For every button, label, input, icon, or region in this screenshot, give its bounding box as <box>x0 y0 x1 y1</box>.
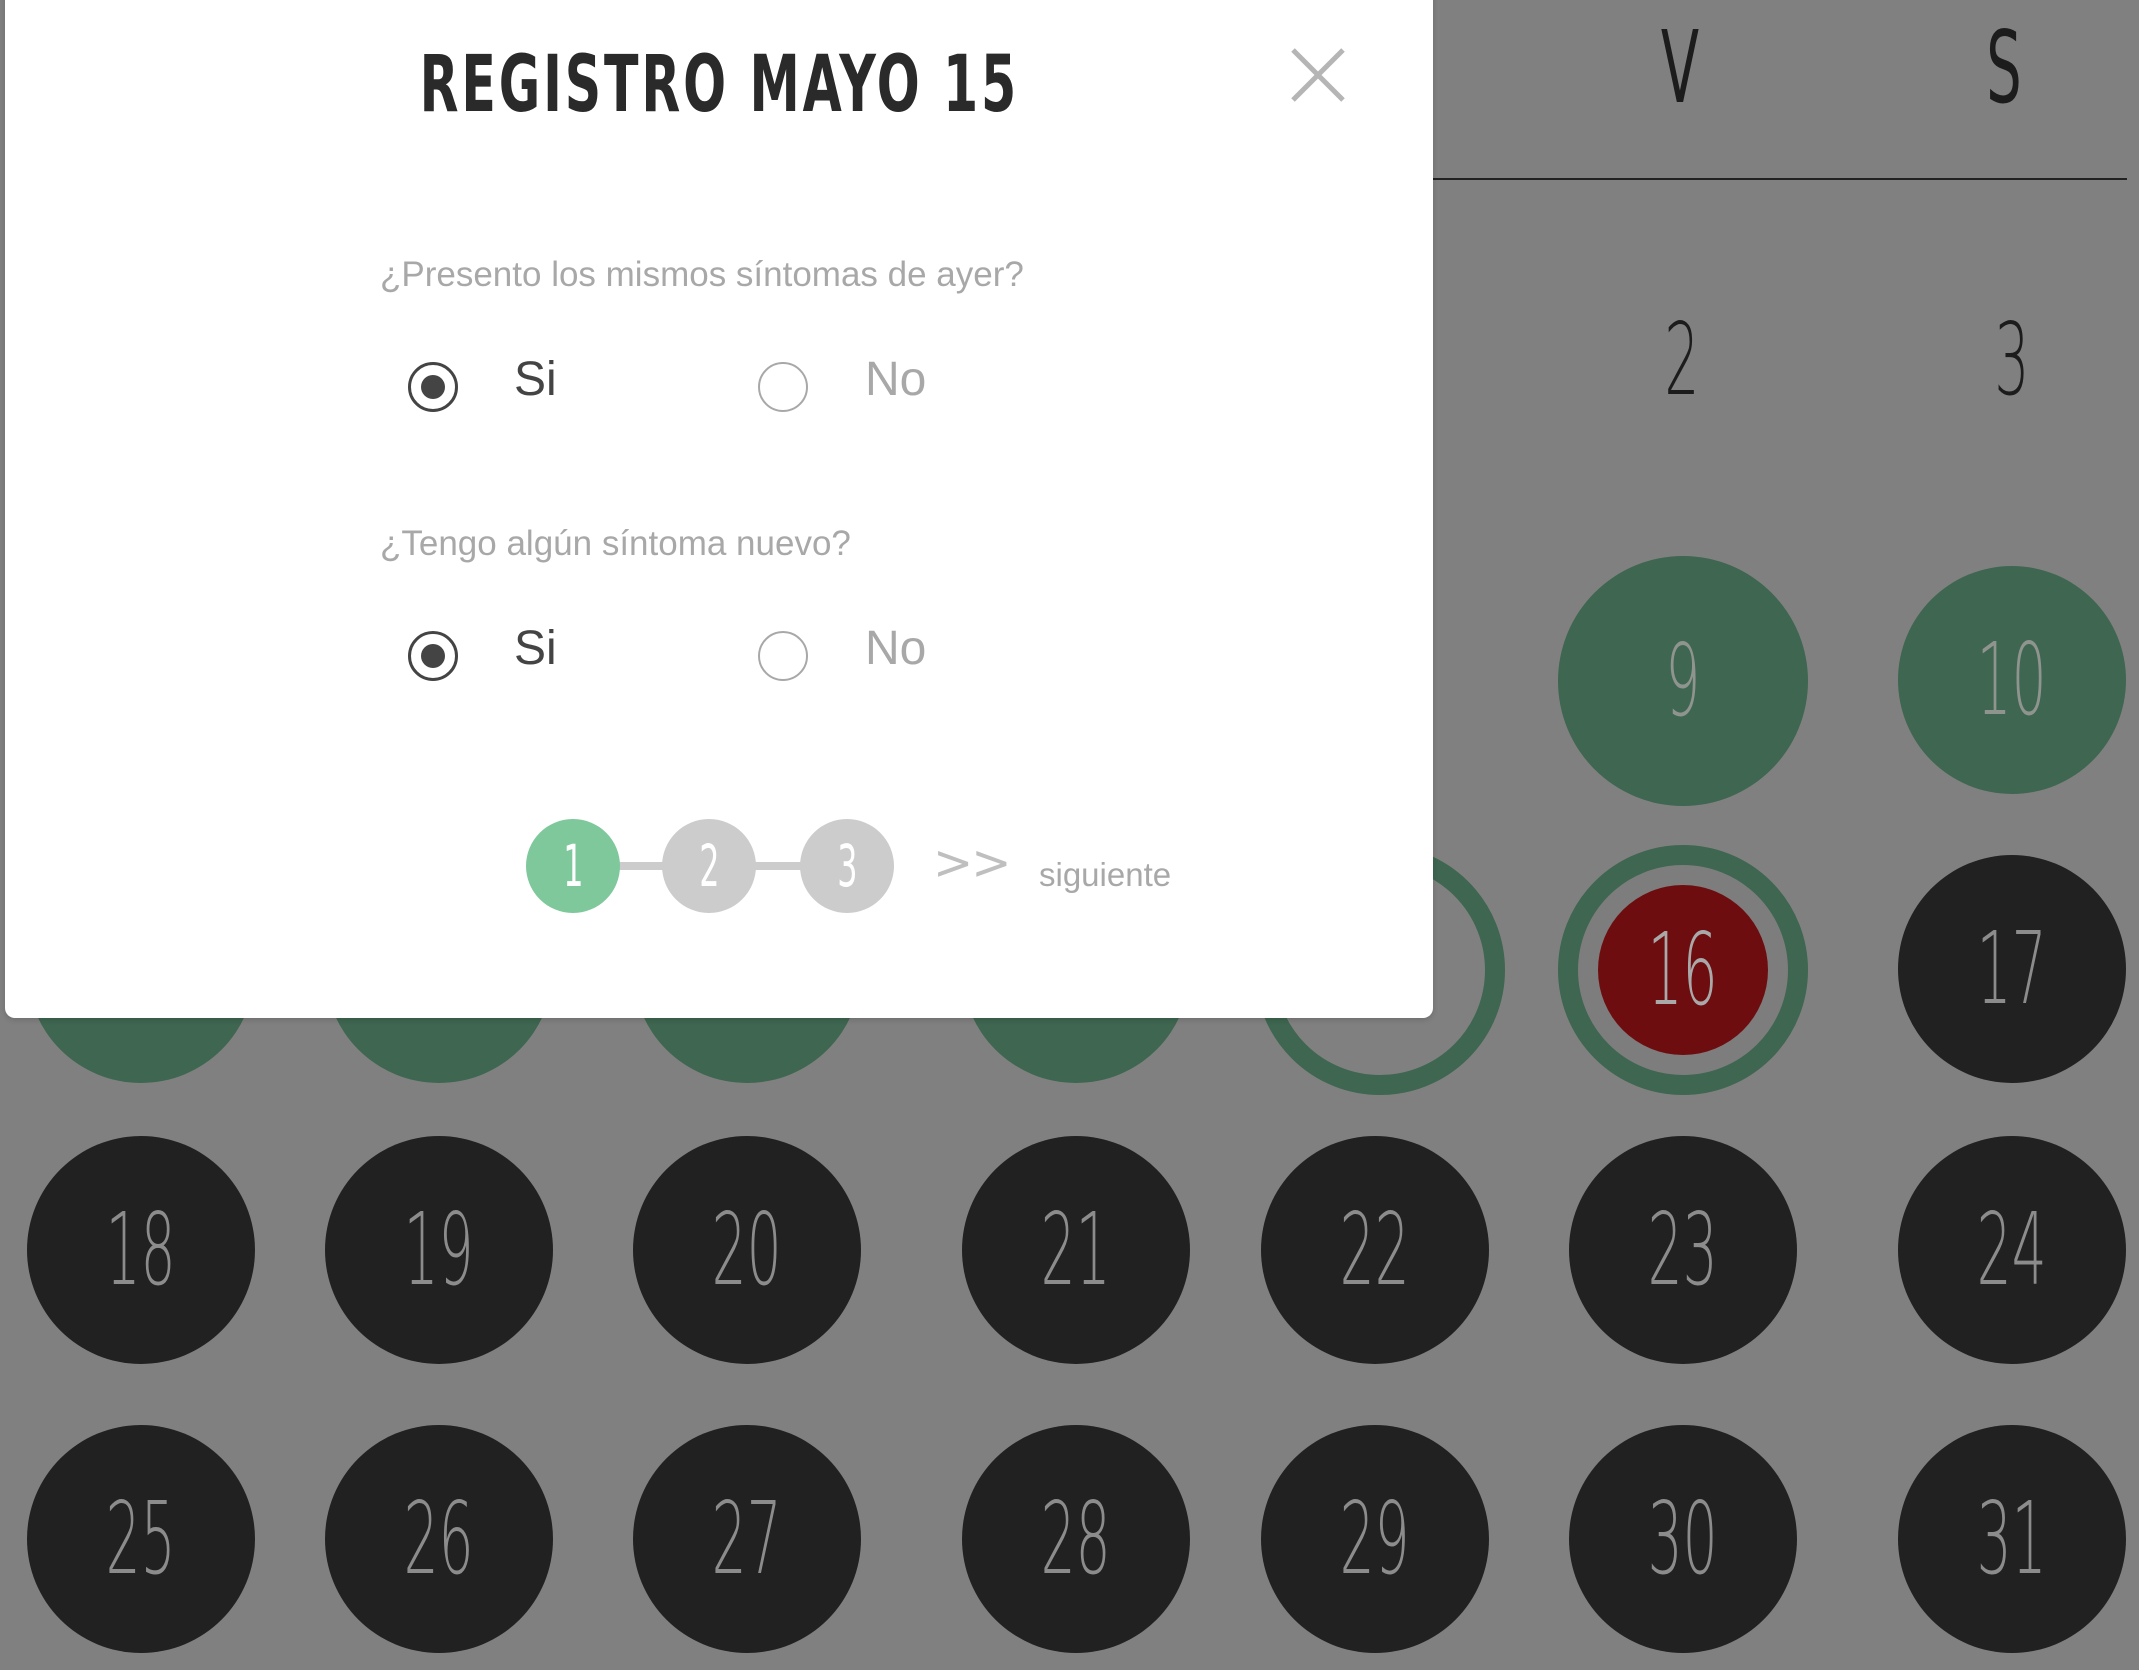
step-2[interactable]: 2 <box>662 819 756 913</box>
step-number: 1 <box>562 832 584 900</box>
radio-label-no: No <box>865 622 927 675</box>
day-10[interactable]: 10 <box>1898 566 2126 794</box>
next-arrows-icon[interactable]: >> <box>933 835 1011 891</box>
next-link[interactable]: siguiente <box>1039 856 1171 894</box>
day-18[interactable]: 18 <box>27 1136 255 1364</box>
day-number: 20 <box>712 1191 782 1308</box>
day-9[interactable]: 9 <box>1558 556 1808 806</box>
day-20[interactable]: 20 <box>633 1136 861 1364</box>
day-number: 19 <box>404 1191 474 1308</box>
step-number: 3 <box>836 832 858 900</box>
day-number: 29 <box>1340 1480 1410 1597</box>
day-number: 22 <box>1340 1191 1410 1308</box>
day-number: 9 <box>1665 622 1701 739</box>
day-number: 10 <box>1977 621 2047 738</box>
step-3[interactable]: 3 <box>800 819 894 913</box>
day-2[interactable]: 2 <box>1568 246 1796 474</box>
day-number: 17 <box>1977 910 2047 1027</box>
day-28[interactable]: 28 <box>962 1425 1190 1653</box>
day-number: 28 <box>1041 1480 1111 1597</box>
day-31[interactable]: 31 <box>1898 1425 2126 1653</box>
radio-label-no: No <box>865 353 927 406</box>
radio-label-si: Si <box>514 622 557 675</box>
modal-title-text: REGISTRO MAYO 15 <box>419 40 1019 130</box>
radio-label-si: Si <box>514 353 557 406</box>
registro-modal: REGISTRO MAYO 15 ¿Presento los mismos sí… <box>5 0 1433 1018</box>
day-number: 21 <box>1041 1191 1111 1308</box>
radio-new-symptom-no[interactable] <box>758 631 808 681</box>
day-23[interactable]: 23 <box>1569 1136 1797 1364</box>
day-24[interactable]: 24 <box>1898 1136 2126 1364</box>
day-number: 18 <box>106 1191 176 1308</box>
header-divider <box>1432 178 2127 180</box>
day-30[interactable]: 30 <box>1569 1425 1797 1653</box>
question-same-symptoms: ¿Presento los mismos síntomas de ayer? <box>380 255 1024 294</box>
day-25[interactable]: 25 <box>27 1425 255 1653</box>
close-button[interactable] <box>1283 40 1353 110</box>
day-number: 16 <box>1648 911 1718 1028</box>
day-27[interactable]: 27 <box>633 1425 861 1653</box>
day-number: 27 <box>712 1480 782 1597</box>
day-19[interactable]: 19 <box>325 1136 553 1364</box>
day-number: 30 <box>1648 1480 1718 1597</box>
day-17[interactable]: 17 <box>1898 855 2126 1083</box>
day-21[interactable]: 21 <box>962 1136 1190 1364</box>
close-icon <box>1291 48 1345 102</box>
day-3[interactable]: 3 <box>1898 246 2126 474</box>
day-26[interactable]: 26 <box>325 1425 553 1653</box>
weekday-header-viernes: V <box>1660 9 1700 126</box>
day-29[interactable]: 29 <box>1261 1425 1489 1653</box>
day-number: 26 <box>404 1480 474 1597</box>
day-16-today[interactable]: 16 <box>1558 845 1808 1095</box>
day-number: 23 <box>1648 1191 1718 1308</box>
day-number: 24 <box>1977 1191 2047 1308</box>
radio-same-symptoms-no[interactable] <box>758 362 808 412</box>
day-number: 31 <box>1977 1480 2047 1597</box>
step-number: 2 <box>698 832 720 900</box>
today-marker: 16 <box>1598 885 1768 1055</box>
radio-new-symptom-si[interactable] <box>408 631 458 681</box>
day-number: 25 <box>106 1480 176 1597</box>
day-number: 3 <box>1994 301 2030 418</box>
weekday-header-sabado: S <box>1986 9 2022 126</box>
step-1[interactable]: 1 <box>526 819 620 913</box>
modal-title: REGISTRO MAYO 15 <box>5 40 1433 130</box>
day-22[interactable]: 22 <box>1261 1136 1489 1364</box>
radio-same-symptoms-si[interactable] <box>408 362 458 412</box>
day-number: 2 <box>1664 301 1700 418</box>
question-new-symptom: ¿Tengo algún síntoma nuevo? <box>380 524 851 563</box>
